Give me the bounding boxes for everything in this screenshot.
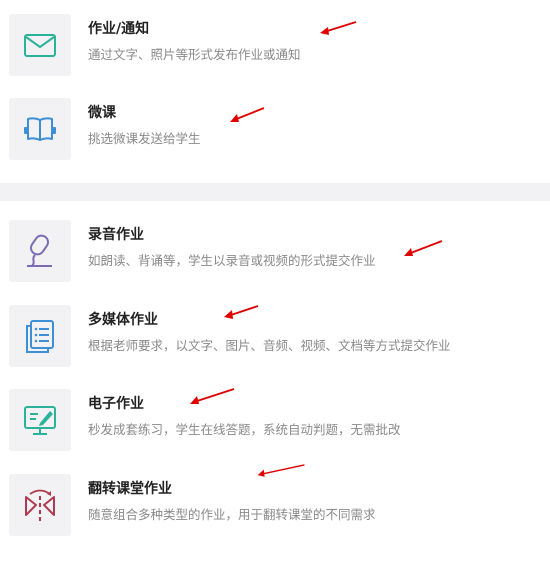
item-description: 秒发成套练习，学生在线答题，系统自动判题，无需批改: [88, 422, 401, 437]
monitor-pen-icon: [24, 406, 56, 435]
homework-notice-item[interactable]: 作业/通知 通过文字、照片等形式发布作业或通知: [0, 14, 550, 84]
section-divider: [0, 183, 550, 201]
icon-tile: [9, 389, 71, 451]
item-description: 随意组合多种类型的作业，用于翻转课堂的不同需求: [88, 507, 376, 522]
multimedia-homework-item[interactable]: 多媒体作业 根据老师要求，以文字、图片、音频、视频、文档等方式提交作业: [0, 305, 550, 375]
icon-tile: [9, 305, 71, 367]
item-title: 作业/通知: [88, 21, 150, 37]
book-icon: [24, 117, 56, 141]
item-description: 如朗读、背诵等，学生以录音或视频的形式提交作业: [88, 253, 376, 268]
item-description: 通过文字、照片等形式发布作业或通知: [88, 47, 301, 62]
item-title: 多媒体作业: [88, 312, 158, 328]
flip-icon: [25, 489, 55, 521]
icon-tile: [9, 220, 71, 282]
annotation-arrow: [224, 305, 259, 319]
envelope-icon: [24, 34, 56, 57]
icon-tile: [9, 14, 71, 76]
annotation-arrow: [320, 21, 357, 35]
flipped-classroom-item[interactable]: 翻转课堂作业 随意组合多种类型的作业，用于翻转课堂的不同需求: [0, 474, 550, 544]
icon-tile: [9, 474, 71, 536]
microphone-icon: [27, 234, 52, 267]
item-description: 挑选微课发送给学生: [88, 131, 201, 146]
item-title: 录音作业: [88, 227, 144, 243]
annotation-arrow: [404, 240, 443, 256]
audio-homework-item[interactable]: 录音作业 如朗读、背诵等，学生以录音或视频的形式提交作业: [0, 220, 550, 290]
annotation-arrow: [257, 464, 305, 477]
item-description: 根据老师要求，以文字、图片、音频、视频、文档等方式提交作业: [88, 338, 451, 353]
item-title: 翻转课堂作业: [88, 481, 172, 497]
icon-tile: [9, 98, 71, 160]
document-list-icon: [26, 320, 54, 353]
item-title: 电子作业: [88, 396, 144, 412]
electronic-homework-item[interactable]: 电子作业 秒发成套练习，学生在线答题，系统自动判题，无需批改: [0, 389, 550, 459]
annotation-arrow: [190, 388, 235, 404]
item-title: 微课: [88, 105, 116, 121]
annotation-arrow: [230, 107, 265, 122]
